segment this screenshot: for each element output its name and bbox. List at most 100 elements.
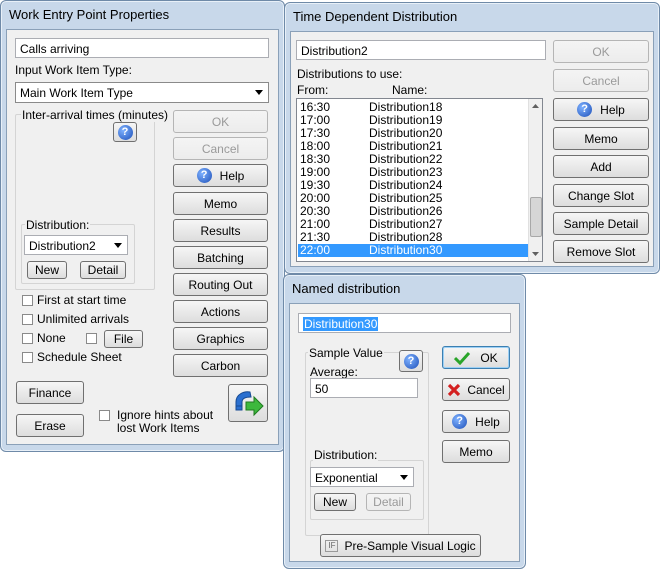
input-type-select[interactable]: Main Work Item Type bbox=[15, 82, 269, 103]
help-icon: ? bbox=[577, 102, 593, 117]
time-dep-memo-button[interactable]: Memo bbox=[553, 127, 649, 150]
time-dep-help-button[interactable]: ? Help bbox=[553, 98, 649, 121]
distribution-value: Distribution2 bbox=[29, 239, 96, 253]
named-dist-distribution-value: Exponential bbox=[315, 471, 378, 485]
inter-arrival-label: Inter-arrival times (minutes) bbox=[21, 108, 170, 122]
finance-button[interactable]: Finance bbox=[16, 381, 84, 404]
slot-row[interactable]: 22:00 Distribution30 bbox=[298, 244, 528, 257]
phone-arrow-icon bbox=[235, 391, 264, 417]
actions-button[interactable]: Actions bbox=[173, 300, 268, 323]
work-entry-window: Work Entry Point Properties Calls arrivi… bbox=[0, 0, 285, 452]
distribution-label: Distribution: bbox=[25, 218, 91, 232]
change-slot-button[interactable]: Change Slot bbox=[553, 184, 649, 207]
schedule-sheet-label: Schedule Sheet bbox=[37, 350, 122, 364]
time-dep-help-label: Help bbox=[600, 102, 625, 117]
sample-detail-button[interactable]: Sample Detail bbox=[553, 212, 649, 235]
named-dist-help-label: Help bbox=[475, 414, 500, 429]
dist-to-use-label: Distributions to use: bbox=[297, 67, 403, 81]
help-icon: ? bbox=[403, 353, 419, 369]
time-dep-name-input[interactable]: Distribution2 bbox=[296, 40, 546, 60]
time-dependent-client: Distribution2 Distributions to use: From… bbox=[290, 31, 654, 267]
memo-button[interactable]: Memo bbox=[173, 192, 268, 215]
time-dep-ok-button[interactable]: OK bbox=[553, 40, 649, 63]
named-dist-detail-button[interactable]: Detail bbox=[366, 493, 411, 511]
results-button[interactable]: Results bbox=[173, 219, 268, 242]
scroll-thumb[interactable] bbox=[530, 197, 542, 237]
cancel-button[interactable]: Cancel bbox=[173, 137, 268, 160]
first-at-start-checkbox[interactable] bbox=[22, 295, 33, 306]
work-entry-client: Calls arriving Input Work Item Type: Mai… bbox=[6, 29, 279, 445]
distribution-slot-list[interactable]: 16:30 Distribution18 17:00 Distribution19 17… bbox=[296, 98, 543, 262]
carbon-button[interactable]: Carbon bbox=[173, 354, 268, 377]
named-dist-ok-button[interactable]: OK bbox=[442, 346, 510, 369]
sample-value-help-button[interactable]: ? bbox=[399, 350, 423, 372]
presample-label: Pre-Sample Visual Logic bbox=[344, 538, 476, 553]
schedule-sheet-checkbox[interactable] bbox=[22, 352, 33, 363]
inter-arrival-help-button[interactable]: ? bbox=[113, 122, 137, 142]
none-checkbox[interactable] bbox=[22, 333, 33, 344]
help-label: Help bbox=[219, 168, 245, 183]
remove-slot-button[interactable]: Remove Slot bbox=[553, 240, 649, 263]
help-icon: ? bbox=[117, 124, 133, 140]
name-column-header: Name: bbox=[392, 83, 428, 97]
named-dist-cancel-button[interactable]: Cancel bbox=[442, 378, 510, 401]
help-icon: ? bbox=[196, 168, 212, 183]
file-checkbox[interactable] bbox=[86, 333, 97, 344]
scroll-up-icon[interactable] bbox=[529, 99, 542, 112]
ok-button[interactable]: OK bbox=[173, 110, 268, 133]
add-button[interactable]: Add bbox=[553, 155, 649, 178]
chevron-down-icon bbox=[255, 90, 263, 95]
help-button[interactable]: ? Help bbox=[173, 164, 268, 187]
distribution-new-button[interactable]: New bbox=[27, 261, 67, 279]
graphics-button[interactable]: Graphics bbox=[173, 327, 268, 350]
named-distribution-window: Named distribution Distribution30 Sample… bbox=[283, 274, 526, 569]
named-distribution-client: Distribution30 Sample Value Average: ? 5… bbox=[289, 303, 520, 562]
average-label: Average: bbox=[310, 365, 358, 379]
named-dist-cancel-label: Cancel bbox=[467, 382, 505, 397]
named-dist-help-button[interactable]: ? Help bbox=[442, 410, 510, 433]
help-icon: ? bbox=[452, 414, 468, 429]
none-label: None bbox=[37, 331, 66, 345]
named-distribution-title: Named distribution bbox=[292, 281, 401, 296]
work-entry-title: Work Entry Point Properties bbox=[9, 7, 170, 22]
named-dist-memo-button[interactable]: Memo bbox=[442, 440, 510, 463]
time-dep-cancel-button[interactable]: Cancel bbox=[553, 69, 649, 92]
erase-button[interactable]: Erase bbox=[16, 414, 84, 437]
time-dependent-window: Time Dependent Distribution Distribution… bbox=[284, 2, 660, 274]
slot-name: Distribution30 bbox=[369, 243, 443, 257]
red-x-icon bbox=[448, 383, 461, 396]
named-dist-name-value: Distribution30 bbox=[303, 317, 379, 331]
checkmark-icon bbox=[454, 351, 471, 365]
slot-from: 22:00 bbox=[300, 243, 331, 257]
named-dist-distribution-label: Distribution: bbox=[313, 448, 379, 462]
average-input[interactable]: 50 bbox=[310, 378, 418, 398]
scroll-down-icon[interactable] bbox=[529, 248, 542, 261]
unlimited-arrivals-checkbox[interactable] bbox=[22, 314, 33, 325]
routing-out-button[interactable]: Routing Out bbox=[173, 273, 268, 296]
input-type-label: Input Work Item Type: bbox=[15, 63, 132, 77]
chevron-down-icon bbox=[400, 475, 408, 480]
batching-button[interactable]: Batching bbox=[173, 246, 268, 269]
from-column-header: From: bbox=[297, 83, 329, 97]
unlimited-arrivals-label: Unlimited arrivals bbox=[37, 312, 130, 326]
sample-value-label: Sample Value bbox=[308, 346, 384, 360]
file-button[interactable]: File bbox=[104, 330, 143, 348]
time-dependent-title: Time Dependent Distribution bbox=[293, 9, 458, 24]
ignore-hints-checkbox[interactable] bbox=[99, 410, 110, 421]
presample-visual-logic-button[interactable]: IF Pre-Sample Visual Logic bbox=[320, 534, 481, 557]
named-dist-ok-label: OK bbox=[480, 350, 498, 365]
named-dist-name-input[interactable]: Distribution30 bbox=[298, 313, 511, 333]
visual-logic-icon: IF bbox=[325, 539, 339, 552]
distribution-detail-button[interactable]: Detail bbox=[80, 261, 126, 279]
named-dist-new-button[interactable]: New bbox=[314, 493, 356, 511]
ignore-hints-label-1: Ignore hints about bbox=[117, 408, 214, 422]
distribution-select[interactable]: Distribution2 bbox=[24, 235, 128, 255]
work-entry-name-input[interactable]: Calls arriving bbox=[15, 38, 269, 58]
input-type-value: Main Work Item Type bbox=[20, 86, 133, 100]
chevron-down-icon bbox=[114, 243, 122, 248]
list-scrollbar[interactable] bbox=[528, 99, 542, 261]
phone-arrow-button[interactable] bbox=[228, 384, 268, 422]
named-dist-distribution-select[interactable]: Exponential bbox=[310, 467, 414, 487]
first-at-start-label: First at start time bbox=[37, 293, 127, 307]
ignore-hints-label-2: lost Work Items bbox=[117, 421, 200, 435]
